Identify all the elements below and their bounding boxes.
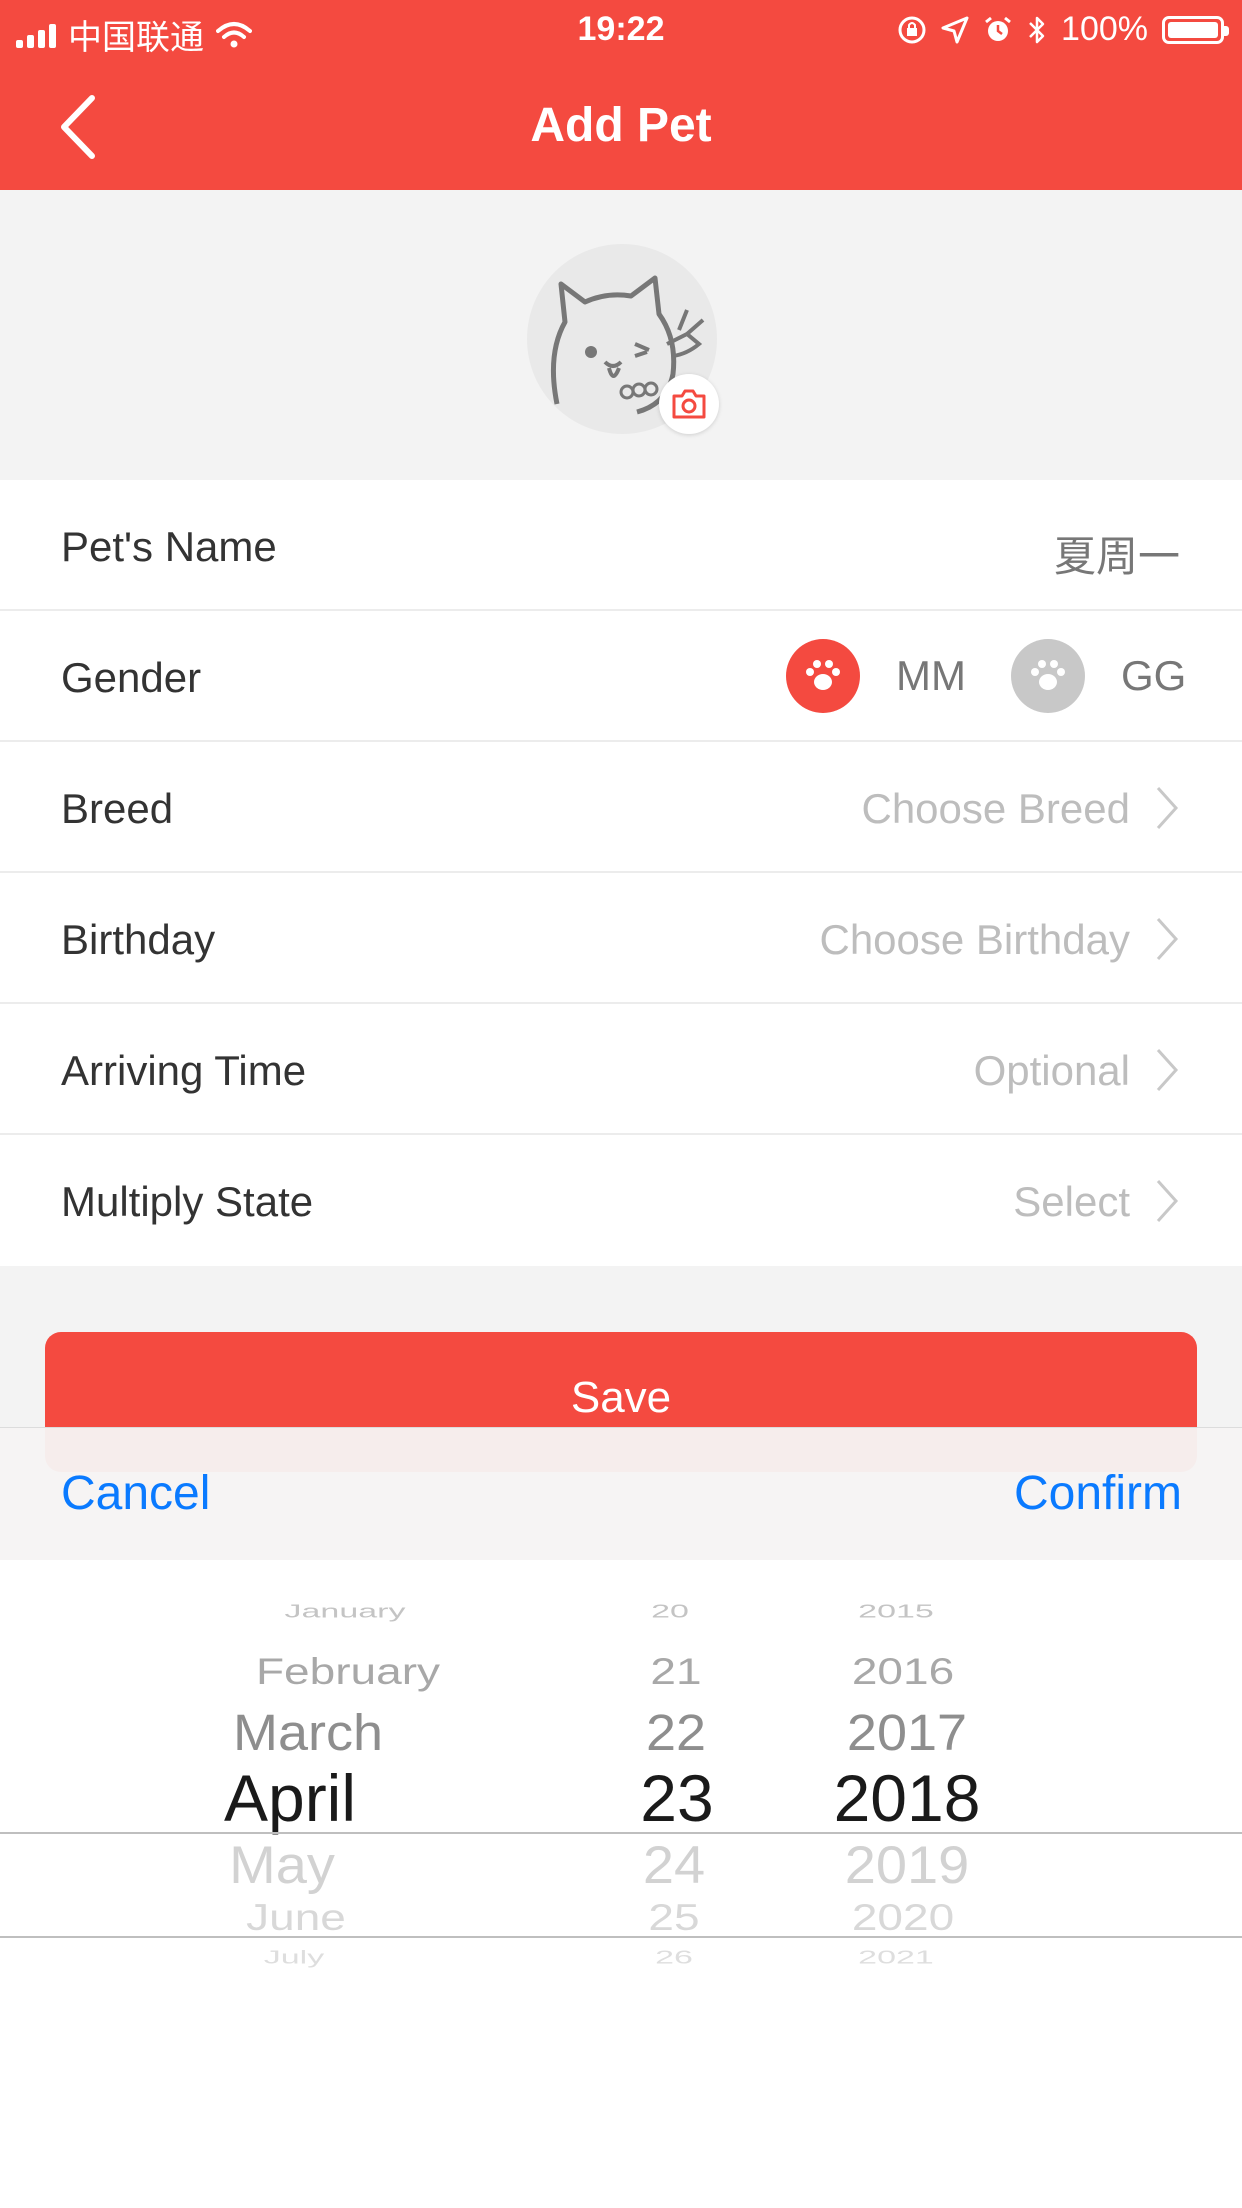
confirm-button[interactable]: Confirm [1014, 1466, 1182, 1521]
arriving-time-row[interactable]: Arriving Time Optional [0, 1004, 1242, 1135]
location-icon [941, 16, 969, 43]
selection-top-line [0, 1832, 1242, 1834]
multiply-state-label: Multiply State [61, 1178, 314, 1225]
gender-option-mm[interactable]: MM [786, 639, 966, 713]
arriving-time-placeholder: Optional [973, 1047, 1130, 1094]
gender-mm-label: MM [896, 652, 966, 699]
month-option[interactable]: June [246, 1895, 346, 1938]
breed-label: Breed [61, 785, 174, 832]
day-option[interactable]: 26 [655, 1947, 693, 1968]
birthday-label: Birthday [61, 916, 216, 963]
day-option[interactable]: 22 [646, 1704, 706, 1763]
year-wheel[interactable]: 2015 2016 2017 2018 2019 2020 2021 [780, 1560, 1042, 2208]
name-input[interactable]: 夏周一 [1054, 523, 1180, 584]
rotation-lock-icon [898, 16, 926, 43]
day-option[interactable]: 24 [643, 1834, 705, 1896]
year-option[interactable]: 2020 [852, 1895, 954, 1938]
breed-placeholder: Choose Breed [861, 785, 1130, 832]
name-row[interactable]: Pet's Name 夏周一 [0, 480, 1242, 611]
header: 中国联通 19:22 100% Add Pet [0, 0, 1242, 190]
birthday-row[interactable]: Birthday Choose Birthday [0, 873, 1242, 1004]
month-option[interactable]: May [229, 1834, 335, 1896]
chevron-right-icon [1156, 1048, 1179, 1092]
pet-form: Pet's Name 夏周一 Gender MM GG Breed Choose… [0, 480, 1242, 1266]
gender-option-gg[interactable]: GG [1011, 639, 1186, 713]
name-label: Pet's Name [61, 523, 277, 570]
change-photo-button[interactable] [659, 374, 719, 434]
month-option[interactable]: April [224, 1760, 356, 1836]
arriving-time-label: Arriving Time [61, 1047, 307, 1094]
picker-toolbar: Cancel Confirm [0, 1427, 1242, 1561]
selection-bottom-line [0, 1936, 1242, 1938]
gender-gg-label: GG [1121, 652, 1187, 699]
year-option[interactable]: 2019 [845, 1834, 970, 1896]
month-wheel[interactable]: January February March April May June July [0, 1560, 580, 2208]
year-option[interactable]: 2016 [852, 1649, 954, 1692]
gender-row: Gender MM GG [0, 611, 1242, 742]
gender-label: Gender [61, 654, 202, 701]
day-option[interactable]: 21 [650, 1649, 701, 1692]
month-option[interactable]: January [285, 1601, 406, 1622]
battery-percent: 100% [1061, 10, 1148, 48]
day-option[interactable]: 23 [640, 1760, 713, 1836]
day-option[interactable]: 25 [648, 1895, 699, 1938]
bluetooth-icon [1029, 16, 1045, 43]
month-option[interactable]: March [233, 1704, 383, 1763]
page-title: Add Pet [530, 99, 712, 152]
paw-icon [786, 639, 860, 713]
multiply-state-row[interactable]: Multiply State Select [0, 1135, 1242, 1266]
avatar-section [0, 190, 1242, 480]
multiply-state-placeholder: Select [1013, 1178, 1130, 1225]
month-option[interactable]: July [264, 1947, 324, 1968]
breed-row[interactable]: Breed Choose Breed [0, 742, 1242, 873]
chevron-right-icon [1156, 1179, 1179, 1223]
year-option[interactable]: 2021 [858, 1947, 934, 1968]
alarm-icon [985, 16, 1011, 41]
battery-icon [1162, 15, 1229, 44]
paw-icon [1011, 639, 1085, 713]
year-option[interactable]: 2018 [834, 1760, 981, 1836]
chevron-right-icon [1156, 917, 1179, 961]
navigation-bar: Add Pet [0, 62, 1242, 190]
chevron-right-icon [1156, 786, 1179, 830]
day-wheel[interactable]: 20 21 22 23 24 25 26 [580, 1560, 780, 2208]
date-picker[interactable]: January February March April May June July 20 2… [0, 1560, 1242, 2208]
cancel-button[interactable]: Cancel [61, 1466, 210, 1521]
month-option[interactable]: February [256, 1649, 440, 1692]
year-option[interactable]: 2017 [847, 1704, 967, 1763]
camera-icon [672, 389, 706, 419]
year-option[interactable]: 2015 [858, 1601, 934, 1622]
day-option[interactable]: 20 [651, 1601, 689, 1622]
birthday-placeholder: Choose Birthday [819, 916, 1130, 963]
status-bar: 中国联通 19:22 100% [0, 0, 1242, 62]
